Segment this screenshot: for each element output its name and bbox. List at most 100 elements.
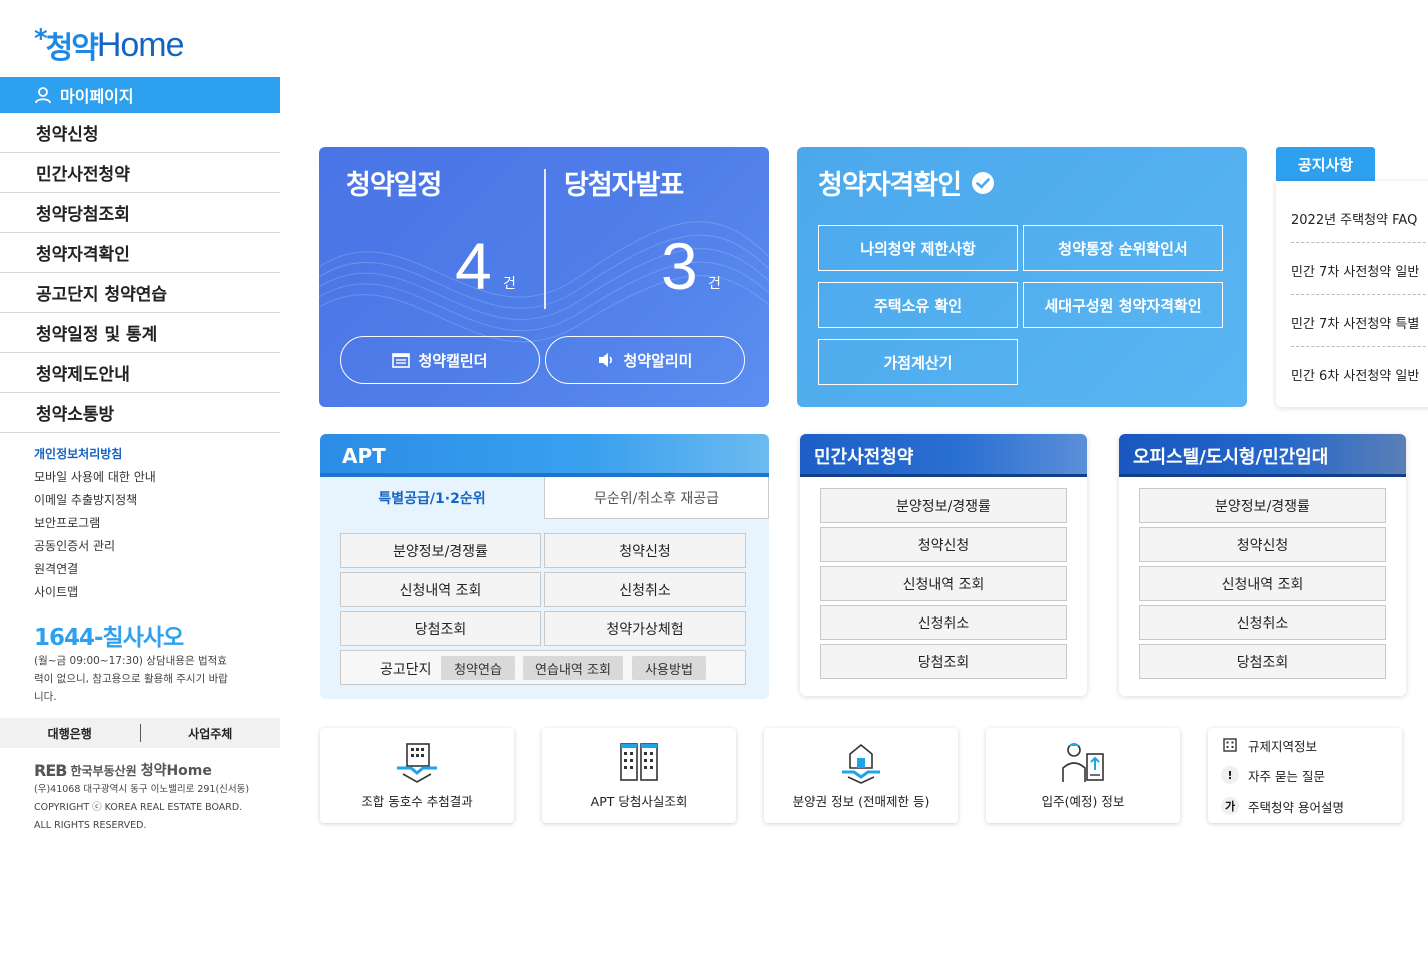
schedule-count[interactable]: 4 <box>455 233 492 299</box>
exclamation-icon: ! <box>1220 765 1240 785</box>
apt-sale-info-button[interactable]: 분양정보/경쟁률 <box>340 533 541 568</box>
private-cancel-button[interactable]: 신청취소 <box>820 605 1067 640</box>
logo-text-en: Home <box>96 25 185 64</box>
eligibility-title[interactable]: 청약자격확인 <box>818 163 995 202</box>
reb-home: 청약Home <box>140 763 212 779</box>
calendar-button-label: 청약캘린더 <box>418 351 488 370</box>
mypage-button[interactable]: 마이페이지 <box>0 77 280 113</box>
apt-win-fact-tile[interactable]: APT 당첨사실조회 <box>542 728 736 823</box>
schedule-title: 청약일정 <box>346 170 442 201</box>
private-sale-info-button[interactable]: 분양정보/경쟁률 <box>820 488 1067 523</box>
speaker-icon <box>599 353 613 367</box>
officetel-title: 오피스텔/도시형/민간임대 <box>1119 434 1406 477</box>
notice-tab[interactable]: 공지사항 <box>1276 147 1375 181</box>
score-calculator-button[interactable]: 가점계산기 <box>818 339 1018 385</box>
presale-right-tile[interactable]: 분양권 정보 (전매제한 등) <box>764 728 958 823</box>
nav-item-practice[interactable]: 공고단지 청약연습 <box>0 273 280 313</box>
officetel-sale-info-button[interactable]: 분양정보/경쟁률 <box>1139 488 1386 523</box>
nav-item-community[interactable]: 청약소통방 <box>0 393 280 433</box>
nav-item-private-pre[interactable]: 민간사전청약 <box>0 153 280 193</box>
apt-win-check-button[interactable]: 당첨조회 <box>340 611 541 646</box>
divider <box>1291 242 1428 243</box>
link-security-program[interactable]: 보안프로그램 <box>34 511 156 534</box>
regulated-area-link[interactable]: 규제지역정보 <box>1220 735 1317 755</box>
footer-links: 개인정보처리방침 모바일 사용에 대한 안내 이메일 추출방지정책 보안프로그램… <box>34 442 156 603</box>
calendar-icon <box>392 353 411 368</box>
nav-item-system-guide[interactable]: 청약제도안내 <box>0 353 280 393</box>
practice-row: 공고단지 청약연습 연습내역 조회 사용방법 <box>340 650 746 685</box>
reb-logo: REB <box>34 760 67 780</box>
link-mobile-guide[interactable]: 모바일 사용에 대한 안내 <box>34 465 156 488</box>
apt-cancel-button[interactable]: 신청취소 <box>544 572 746 607</box>
calendar-button[interactable]: 청약캘린더 <box>340 336 540 384</box>
business-entity-link[interactable]: 사업주체 <box>141 725 281 742</box>
private-win-check-button[interactable]: 당첨조회 <box>820 644 1067 679</box>
winner-count[interactable]: 3 <box>661 233 698 299</box>
quick-links: 규제지역정보 ! 자주 묻는 질문 가 주택청약 용어설명 <box>1208 728 1402 823</box>
link-privacy-policy[interactable]: 개인정보처리방침 <box>34 442 156 465</box>
glossary-glyph: 가 <box>1221 797 1239 815</box>
agent-bank-link[interactable]: 대행은행 <box>0 725 140 742</box>
notice-panel: 공지사항 2022년 주택청약 FAQ 민간 7차 사전청약 일반 민간 7차 … <box>1276 147 1428 407</box>
apartment-icon <box>620 743 658 781</box>
nav-item-eligibility[interactable]: 청약자격확인 <box>0 233 280 273</box>
logo-star-icon: * <box>34 24 48 54</box>
tab-no-rank[interactable]: 무순위/취소후 재공급 <box>544 477 769 519</box>
apt-history-button[interactable]: 신청내역 조회 <box>340 572 541 607</box>
notice-item[interactable]: 민간 7차 사전청약 특별 <box>1291 313 1428 332</box>
alarm-button[interactable]: 청약알리미 <box>545 336 745 384</box>
glossary-icon: 가 <box>1220 796 1240 816</box>
main-nav: 청약신청 민간사전청약 청약당첨조회 청약자격확인 공고단지 청약연습 청약일정… <box>0 113 280 433</box>
link-email-policy[interactable]: 이메일 추출방지정책 <box>34 488 156 511</box>
usage-guide-chip[interactable]: 사용방법 <box>632 656 706 680</box>
link-sitemap[interactable]: 사이트맵 <box>34 580 156 603</box>
officetel-win-check-button[interactable]: 당첨조회 <box>1139 644 1386 679</box>
winner-column[interactable]: 당첨자발표 <box>564 163 684 202</box>
copyright-line: COPYRIGHT ⓒ KOREA REAL ESTATE BOARD. <box>34 802 243 813</box>
private-history-button[interactable]: 신청내역 조회 <box>820 566 1067 601</box>
house-hand-icon <box>842 743 880 784</box>
practice-history-chip[interactable]: 연습내역 조회 <box>523 656 623 680</box>
move-in-info-tile[interactable]: 입주(예정) 정보 <box>986 728 1180 823</box>
practice-chip[interactable]: 청약연습 <box>441 656 515 680</box>
union-lottery-tile[interactable]: 조합 동호수 추첨결과 <box>320 728 514 823</box>
notice-item[interactable]: 민간 6차 사전청약 일반 <box>1291 365 1428 384</box>
alarm-button-label: 청약알리미 <box>623 351 693 370</box>
glossary-link[interactable]: 가 주택청약 용어설명 <box>1220 796 1344 816</box>
notice-item[interactable]: 2022년 주택청약 FAQ <box>1291 209 1428 228</box>
winner-title: 당첨자발표 <box>564 170 684 201</box>
restriction-button[interactable]: 나의청약 제한사항 <box>818 225 1018 271</box>
divider <box>1291 346 1428 347</box>
building-icon <box>1220 735 1240 755</box>
apt-apply-button[interactable]: 청약신청 <box>544 533 746 568</box>
sidebar: * 청약 Home 마이페이지 청약신청 민간사전청약 청약당첨조회 청약자격확… <box>0 0 280 964</box>
officetel-cancel-button[interactable]: 신청취소 <box>1139 605 1386 640</box>
schedule-count-unit: 건 <box>503 276 516 292</box>
apt-simulation-button[interactable]: 청약가상체험 <box>544 611 746 646</box>
tile-label: APT 당첨사실조회 <box>590 794 688 809</box>
building-hand-icon <box>397 743 437 783</box>
house-ownership-button[interactable]: 주택소유 확인 <box>818 282 1018 328</box>
mypage-label: 마이페이지 <box>60 87 134 106</box>
reb-name: 한국부동산원 <box>70 763 137 778</box>
divider <box>1291 294 1428 295</box>
notice-list: 2022년 주택청약 FAQ 민간 7차 사전청약 일반 민간 7차 사전청약 … <box>1276 181 1428 407</box>
notice-item[interactable]: 민간 7차 사전청약 일반 <box>1291 261 1428 280</box>
faq-link[interactable]: ! 자주 묻는 질문 <box>1220 765 1325 785</box>
link-certificate[interactable]: 공동인증서 관리 <box>34 534 156 557</box>
tab-special-supply[interactable]: 특별공급/1·2순위 <box>320 477 544 519</box>
rank-certificate-button[interactable]: 청약통장 순위확인서 <box>1023 225 1223 271</box>
eligibility-card: 청약자격확인 나의청약 제한사항 청약통장 순위확인서 주택소유 확인 세대구성… <box>797 147 1247 407</box>
nav-item-schedule-stats[interactable]: 청약일정 및 통계 <box>0 313 280 353</box>
schedule-column[interactable]: 청약일정 <box>346 163 442 202</box>
private-apply-button[interactable]: 청약신청 <box>820 527 1067 562</box>
winner-count-unit: 건 <box>708 276 721 292</box>
nav-item-apply[interactable]: 청약신청 <box>0 113 280 153</box>
nav-item-win-check[interactable]: 청약당첨조회 <box>0 193 280 233</box>
eligibility-title-text: 청약자격확인 <box>818 170 962 201</box>
household-eligibility-button[interactable]: 세대구성원 청약자격확인 <box>1023 282 1223 328</box>
site-logo[interactable]: * 청약 Home <box>34 24 185 66</box>
link-remote[interactable]: 원격연결 <box>34 557 156 580</box>
officetel-history-button[interactable]: 신청내역 조회 <box>1139 566 1386 601</box>
officetel-apply-button[interactable]: 청약신청 <box>1139 527 1386 562</box>
